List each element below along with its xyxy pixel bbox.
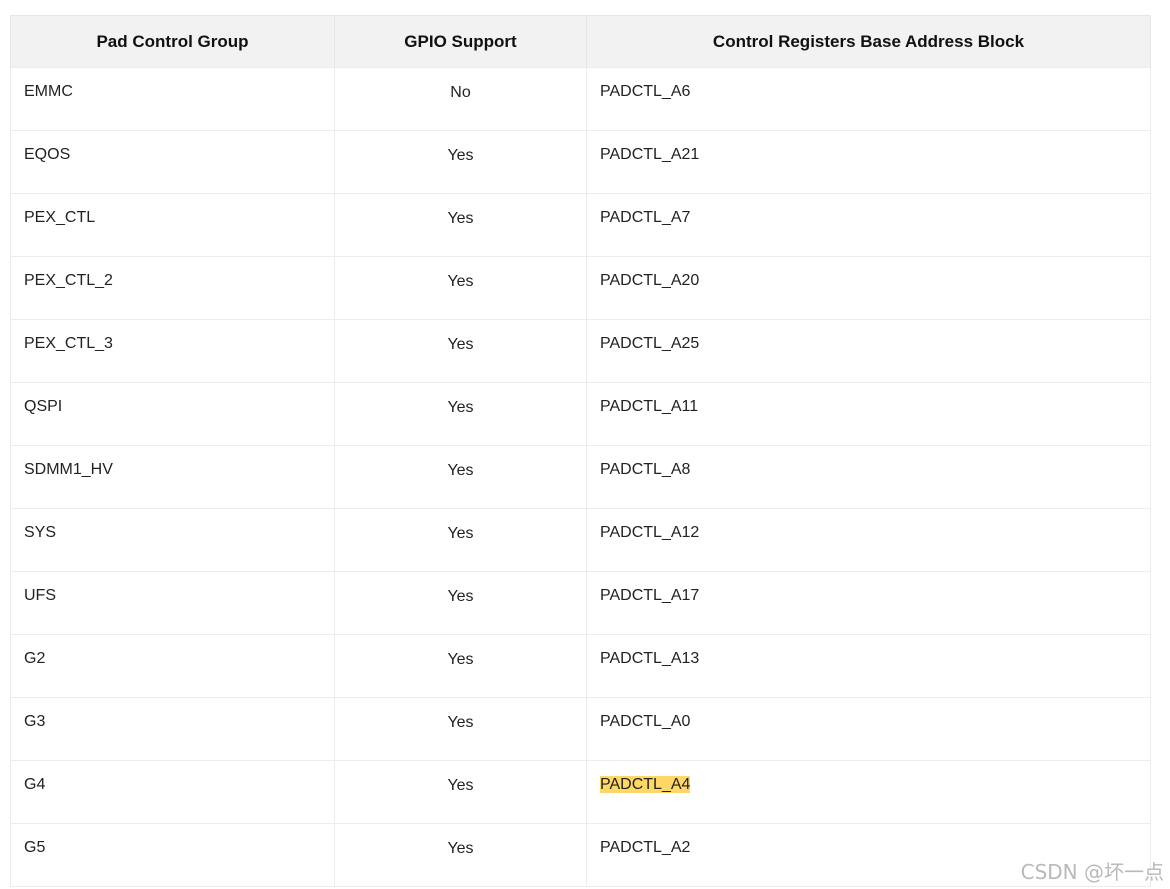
cell-base-address-block: PADCTL_A0 [586,697,1151,761]
cell-base-address-block: PADCTL_A8 [586,445,1151,509]
cell-pad-control-group: PEX_CTL_3 [10,319,335,383]
table-header-row: Pad Control Group GPIO Support Control R… [10,15,1151,68]
pad-control-table: Pad Control Group GPIO Support Control R… [10,15,1151,887]
header-gpio-support: GPIO Support [334,15,587,68]
table-row: G3 Yes PADCTL_A0 [10,697,1151,761]
cell-base-address-block: PADCTL_A17 [586,571,1151,635]
cell-gpio-support: Yes [334,508,587,572]
cell-gpio-support: Yes [334,256,587,320]
cell-base-address-block: PADCTL_A21 [586,130,1151,194]
cell-pad-control-group: G2 [10,634,335,698]
cell-base-address-block: PADCTL_A4 [586,760,1151,824]
cell-gpio-support: Yes [334,445,587,509]
cell-gpio-support: Yes [334,697,587,761]
cell-pad-control-group: QSPI [10,382,335,446]
table-row: EQOS Yes PADCTL_A21 [10,130,1151,194]
cell-base-address-block: PADCTL_A25 [586,319,1151,383]
cell-gpio-support: Yes [334,193,587,257]
table-row: G4 Yes PADCTL_A4 [10,760,1151,824]
cell-pad-control-group: G4 [10,760,335,824]
table-row: G5 Yes PADCTL_A2 [10,823,1151,887]
csdn-watermark: CSDN @坏一点 [1020,860,1164,884]
table-row: PEX_CTL_3 Yes PADCTL_A25 [10,319,1151,383]
cell-gpio-support: Yes [334,319,587,383]
cell-base-address-block: PADCTL_A20 [586,256,1151,320]
page: Pad Control Group GPIO Support Control R… [0,0,1170,889]
cell-pad-control-group: G3 [10,697,335,761]
cell-gpio-support: Yes [334,634,587,698]
cell-pad-control-group: SYS [10,508,335,572]
cell-pad-control-group: SDMM1_HV [10,445,335,509]
cell-gpio-support: No [334,67,587,131]
cell-base-address-block: PADCTL_A6 [586,67,1151,131]
cell-base-address-block: PADCTL_A7 [586,193,1151,257]
table-row: G2 Yes PADCTL_A13 [10,634,1151,698]
header-pad-control-group: Pad Control Group [10,15,335,68]
cell-pad-control-group: G5 [10,823,335,887]
cell-pad-control-group: EQOS [10,130,335,194]
table-row: SYS Yes PADCTL_A12 [10,508,1151,572]
cell-gpio-support: Yes [334,382,587,446]
table-row: SDMM1_HV Yes PADCTL_A8 [10,445,1151,509]
cell-base-address-block: PADCTL_A11 [586,382,1151,446]
cell-pad-control-group: PEX_CTL [10,193,335,257]
cell-gpio-support: Yes [334,823,587,887]
table-row: PEX_CTL_2 Yes PADCTL_A20 [10,256,1151,320]
cell-pad-control-group: EMMC [10,67,335,131]
cell-gpio-support: Yes [334,571,587,635]
table-row: QSPI Yes PADCTL_A11 [10,382,1151,446]
cell-gpio-support: Yes [334,760,587,824]
header-control-registers-base-address-block: Control Registers Base Address Block [586,15,1151,68]
table-row: PEX_CTL Yes PADCTL_A7 [10,193,1151,257]
table-row: EMMC No PADCTL_A6 [10,67,1151,131]
cell-gpio-support: Yes [334,130,587,194]
cell-pad-control-group: PEX_CTL_2 [10,256,335,320]
cell-pad-control-group: UFS [10,571,335,635]
table-body: EMMC No PADCTL_A6 EQOS Yes PADCTL_A21 PE… [10,67,1151,887]
highlighted-text: PADCTL_A4 [600,776,691,793]
cell-base-address-block: PADCTL_A12 [586,508,1151,572]
cell-base-address-block: PADCTL_A13 [586,634,1151,698]
table-row: UFS Yes PADCTL_A17 [10,571,1151,635]
